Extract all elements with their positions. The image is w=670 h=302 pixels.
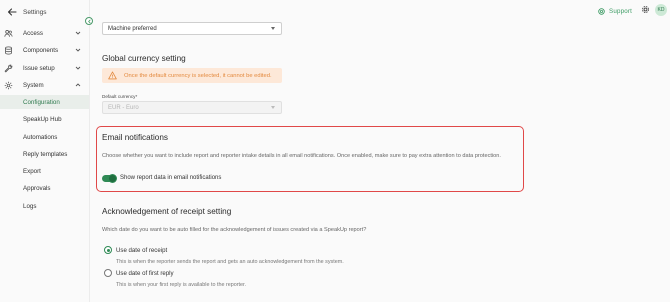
users-icon: [4, 29, 13, 37]
default-currency-select: EUR - Euro: [102, 101, 282, 114]
sidebar-subitem-label: Logs: [23, 202, 37, 210]
language-select[interactable]: Machine preferred: [102, 22, 282, 35]
sidebar: Settings Access Components Issue setup S…: [0, 0, 90, 302]
toggle-knob: [108, 174, 117, 183]
sidebar-item-access[interactable]: Access: [0, 26, 89, 40]
sidebar-item-components[interactable]: Components: [0, 43, 89, 57]
receipt-section-question: Which date do you want to be auto filled…: [102, 227, 367, 233]
caret-down-icon: [271, 27, 275, 30]
settings-gear-icon[interactable]: [641, 5, 650, 14]
lifebuoy-icon: [598, 7, 605, 15]
sidebar-subitem-logs[interactable]: Logs: [0, 199, 89, 213]
sidebar-subitem-speakup-hub[interactable]: SpeakUp Hub: [0, 112, 89, 126]
receipt-section-title: Acknowledgement of receipt setting: [102, 207, 232, 216]
currency-warning-text: Once the default currency is selected, i…: [124, 72, 272, 79]
sidebar-subitem-label: Approvals: [23, 184, 51, 192]
default-currency-label: Default currency*: [102, 94, 138, 99]
sidebar-subitem-approvals[interactable]: Approvals: [0, 181, 89, 195]
sidebar-subitem-reply-templates[interactable]: Reply templates: [0, 147, 89, 161]
email-section-title: Email notifications: [102, 133, 168, 142]
chevron-up-icon: [75, 83, 81, 87]
radio-date-of-first-reply[interactable]: [104, 269, 112, 277]
sidebar-subitem-configuration[interactable]: Configuration: [0, 95, 89, 109]
sidebar-subitem-label: Automations: [23, 133, 58, 141]
chevron-down-icon: [75, 31, 81, 35]
default-currency-value: EUR - Euro: [108, 104, 139, 111]
caret-down-icon: [271, 106, 275, 109]
support-label: Support: [609, 7, 633, 15]
radio-date-of-receipt[interactable]: [104, 246, 112, 254]
gear-icon: [4, 81, 13, 89]
support-link[interactable]: Support: [598, 6, 632, 16]
settings-label: Settings: [23, 8, 47, 16]
sidebar-subitem-automations[interactable]: Automations: [0, 130, 89, 144]
radio-date-of-receipt-help: This is when the reporter sends the repo…: [116, 259, 344, 265]
chevron-down-icon: [75, 48, 81, 52]
email-section-description: Choose whether you want to include repor…: [102, 153, 501, 159]
warning-icon: [108, 71, 117, 80]
currency-warning: Once the default currency is selected, i…: [102, 68, 282, 83]
arrow-left-icon: [7, 8, 17, 16]
sidebar-item-issue-setup[interactable]: Issue setup: [0, 61, 89, 75]
sidebar-subitem-label: Reply templates: [23, 150, 68, 158]
sidebar-collapse-button[interactable]: [85, 17, 93, 25]
sidebar-item-label: Issue setup: [23, 64, 55, 72]
sidebar-subitem-label: SpeakUp Hub: [23, 115, 62, 123]
avatar[interactable]: KD: [655, 4, 667, 16]
back-to-settings[interactable]: Settings: [7, 6, 47, 18]
sidebar-subitem-label: Configuration: [23, 98, 60, 106]
email-data-toggle-label: Show report data in email notifications: [120, 175, 222, 181]
database-icon: [5, 45, 12, 55]
sidebar-subitem-label: Export: [23, 167, 41, 175]
currency-section-title: Global currency setting: [102, 54, 186, 63]
sidebar-item-system[interactable]: System: [0, 78, 89, 92]
radio-date-of-first-reply-help: This is when your first reply is availab…: [116, 282, 247, 288]
sidebar-item-label: System: [23, 81, 44, 89]
radio-date-of-receipt-label: Use date of receipt: [116, 247, 168, 254]
chevron-left-icon: [87, 19, 91, 23]
language-select-value: Machine preferred: [108, 25, 157, 32]
email-data-toggle[interactable]: [102, 174, 117, 183]
radio-date-of-first-reply-label: Use date of first reply: [116, 270, 174, 277]
sidebar-subitem-export[interactable]: Export: [0, 164, 89, 178]
wrench-icon: [4, 64, 13, 72]
chevron-down-icon: [75, 66, 81, 70]
sidebar-item-label: Components: [23, 46, 59, 54]
sidebar-item-label: Access: [23, 29, 43, 37]
